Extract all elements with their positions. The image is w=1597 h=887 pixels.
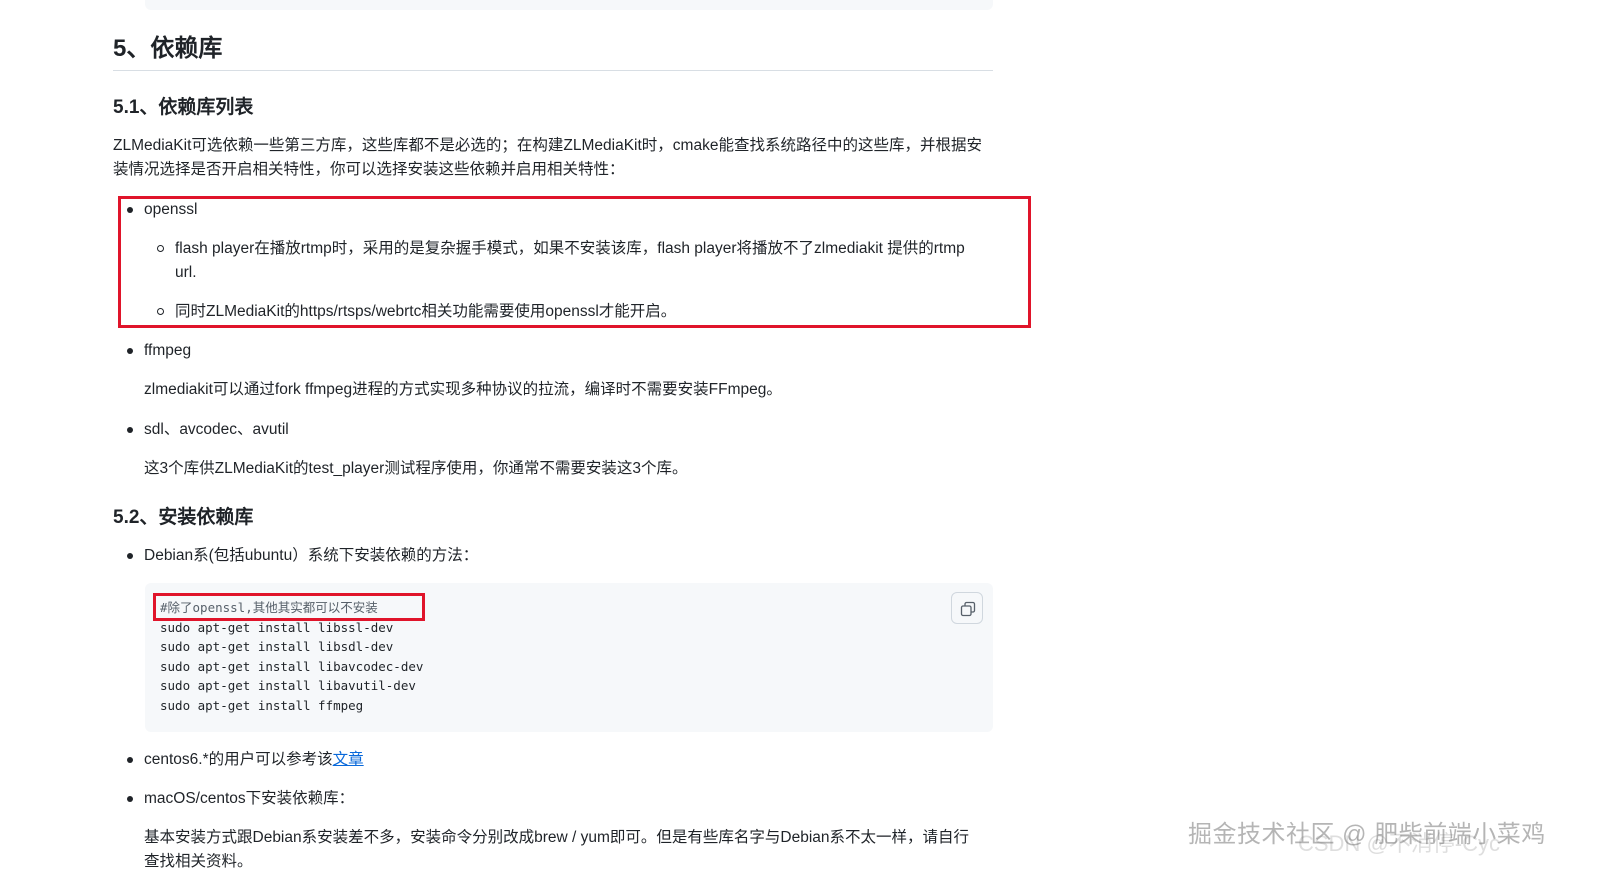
- macos-item: macOS/centos下安装依赖库：: [144, 790, 355, 807]
- code-line-ffmpeg: sudo apt-get install ffmpeg: [160, 697, 364, 713]
- juejin-watermark: 掘金技术社区 @ 肥柴前端小菜鸡: [1188, 821, 1546, 848]
- heading-dependencies: 5、依赖库: [113, 32, 993, 71]
- bullet-centos: [127, 757, 133, 763]
- bullet-debian: [127, 553, 133, 559]
- sdl-label: sdl、avcodec、avutil: [144, 421, 289, 438]
- centos-text: centos6.*的用户可以参考该: [144, 751, 333, 768]
- heading-install-deps: 5.2、安装依赖库: [113, 507, 254, 528]
- code-line-libsdl: sudo apt-get install libsdl-dev: [160, 639, 394, 654]
- heading-dependency-list: 5.1、依赖库列表: [113, 97, 254, 118]
- intro-paragraph: ZLMediaKit可选依赖一些第三方库，这些库都不是必选的；在构建ZLMedi…: [113, 134, 993, 182]
- openssl-highlight-box: [118, 196, 1031, 328]
- article-link[interactable]: 文章: [333, 751, 364, 768]
- ffmpeg-desc: zlmediakit可以通过fork ffmpeg进程的方式实现多种协议的拉流，…: [144, 381, 782, 398]
- intro-line-2: 装情况选择是否开启相关特性，你可以选择安装这些依赖并启用相关特性：: [113, 161, 625, 178]
- copy-icon: [960, 601, 976, 617]
- previous-code-block-end: [145, 0, 993, 10]
- copy-code-button[interactable]: [951, 592, 983, 624]
- macos-desc-line-1: 基本安装方式跟Debian系安装差不多，安装命令分别改成brew / yum即可…: [144, 829, 970, 846]
- debian-item: Debian系(包括ubuntu）系统下安装依赖的方法：: [144, 547, 479, 564]
- macos-desc: 基本安装方式跟Debian系安装差不多，安装命令分别改成brew / yum即可…: [144, 826, 994, 874]
- bullet-ffmpeg: [127, 348, 133, 354]
- centos-item: centos6.*的用户可以参考该文章: [144, 748, 364, 772]
- bullet-macos: [127, 796, 133, 802]
- intro-line-1: ZLMediaKit可选依赖一些第三方库，这些库都不是必选的；在构建ZLMedi…: [113, 137, 982, 154]
- sdl-desc: 这3个库供ZLMediaKit的test_player测试程序使用，你通常不需要…: [144, 460, 688, 477]
- macos-desc-line-2: 查找相关资料。: [144, 853, 253, 870]
- code-line-libavutil: sudo apt-get install libavutil-dev: [160, 678, 416, 693]
- comment-highlight-box: [153, 593, 425, 621]
- ffmpeg-label: ffmpeg: [144, 342, 192, 359]
- bullet-sdl: [127, 427, 133, 433]
- code-line-libavcodec: sudo apt-get install libavcodec-dev: [160, 658, 424, 674]
